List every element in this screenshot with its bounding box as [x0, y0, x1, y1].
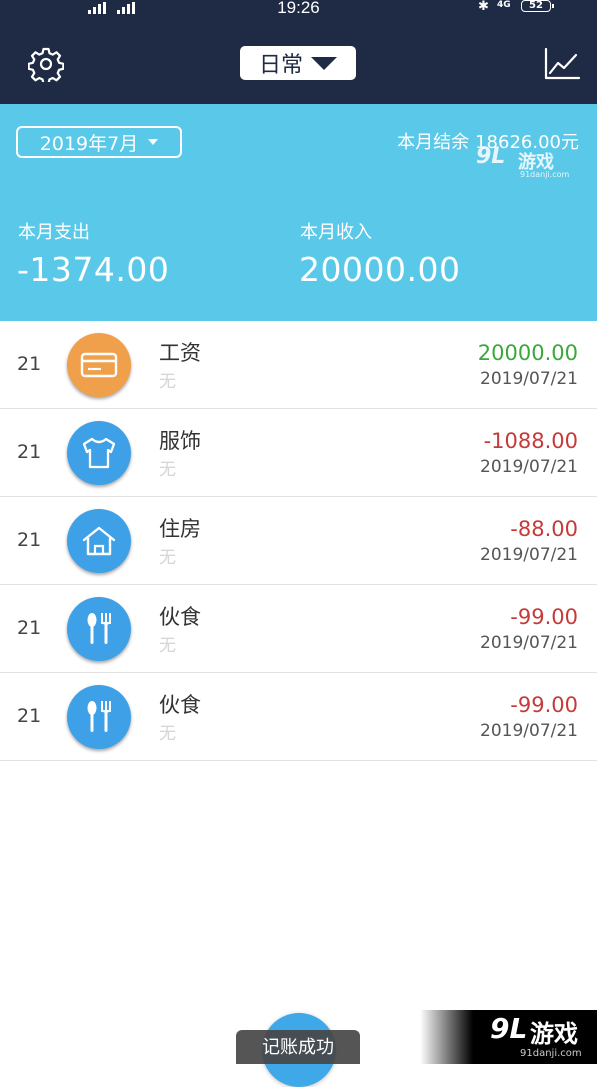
- battery-icon: 52: [521, 0, 554, 12]
- record-amount: 20000.00: [477, 341, 578, 365]
- status-bar: 19:26 ✱ 4G 52: [0, 0, 597, 20]
- record-date: 2019/07/21: [480, 633, 578, 653]
- expense-value: -1374.00: [17, 250, 170, 289]
- record-memo: 无: [159, 636, 176, 656]
- top-bar: 19:26 ✱ 4G 52 日常: [0, 0, 597, 104]
- house-icon: [67, 509, 131, 573]
- record-day: 21: [17, 617, 42, 639]
- watermark-logo-bottom: 9L 游戏 91danji.com: [420, 1010, 597, 1064]
- record-amount: -1088.00: [483, 429, 578, 453]
- record-category: 住房: [159, 517, 201, 541]
- record-memo: 无: [159, 548, 176, 568]
- record-date: 2019/07/21: [480, 545, 578, 565]
- income-value: 20000.00: [299, 250, 461, 289]
- caret-down-icon: [311, 56, 337, 70]
- network-type: 4G: [497, 0, 511, 10]
- record-list: 21 工资 无 20000.00 2019/07/21 21 服饰 无 -108…: [0, 321, 597, 761]
- record-memo: 无: [159, 460, 176, 480]
- expense-label: 本月支出: [18, 222, 90, 243]
- list-item[interactable]: 21 伙食 无 -99.00 2019/07/21: [0, 673, 597, 761]
- bluetooth-icon: ✱: [478, 0, 489, 14]
- book-selector-label: 日常: [258, 53, 303, 78]
- record-day: 21: [17, 353, 42, 375]
- month-summary-panel: 2019年7月 本月结余 18626.00元 本月支出 -1374.00 本月收入…: [0, 104, 597, 321]
- book-selector[interactable]: 日常: [240, 46, 356, 80]
- month-selector-label: 2019年7月: [39, 132, 139, 155]
- list-item[interactable]: 21 伙食 无 -99.00 2019/07/21: [0, 585, 597, 673]
- list-item[interactable]: 21 住房 无 -88.00 2019/07/21: [0, 497, 597, 585]
- watermark-logo: 9L 游戏 91danji.com: [476, 144, 570, 179]
- record-amount: -99.00: [510, 693, 578, 717]
- record-day: 21: [17, 441, 42, 463]
- balance-label: 本月结余: [397, 132, 470, 153]
- utensils-icon: [67, 685, 131, 749]
- list-item[interactable]: 21 服饰 无 -1088.00 2019/07/21: [0, 409, 597, 497]
- record-date: 2019/07/21: [480, 721, 578, 741]
- record-date: 2019/07/21: [480, 457, 578, 477]
- shirt-icon: [67, 421, 131, 485]
- record-category: 伙食: [159, 693, 201, 717]
- statistics-button[interactable]: [543, 46, 581, 82]
- line-chart-icon: [544, 47, 581, 80]
- record-day: 21: [17, 705, 42, 727]
- record-category: 伙食: [159, 605, 201, 629]
- record-category: 服饰: [159, 429, 201, 453]
- record-memo: 无: [159, 372, 176, 392]
- utensils-icon: [67, 597, 131, 661]
- toast-message: 记账成功: [236, 1030, 360, 1064]
- income-label: 本月收入: [300, 222, 372, 243]
- card-icon: [67, 333, 131, 397]
- gear-icon: [27, 47, 65, 85]
- record-category: 工资: [159, 341, 201, 365]
- record-memo: 无: [159, 724, 176, 744]
- record-date: 2019/07/21: [480, 369, 578, 389]
- record-amount: -88.00: [510, 517, 578, 541]
- caret-down-icon: [148, 139, 159, 145]
- record-amount: -99.00: [510, 605, 578, 629]
- record-day: 21: [17, 529, 42, 551]
- list-item[interactable]: 21 工资 无 20000.00 2019/07/21: [0, 321, 597, 409]
- settings-button[interactable]: [27, 46, 65, 85]
- month-selector[interactable]: 2019年7月: [16, 126, 182, 158]
